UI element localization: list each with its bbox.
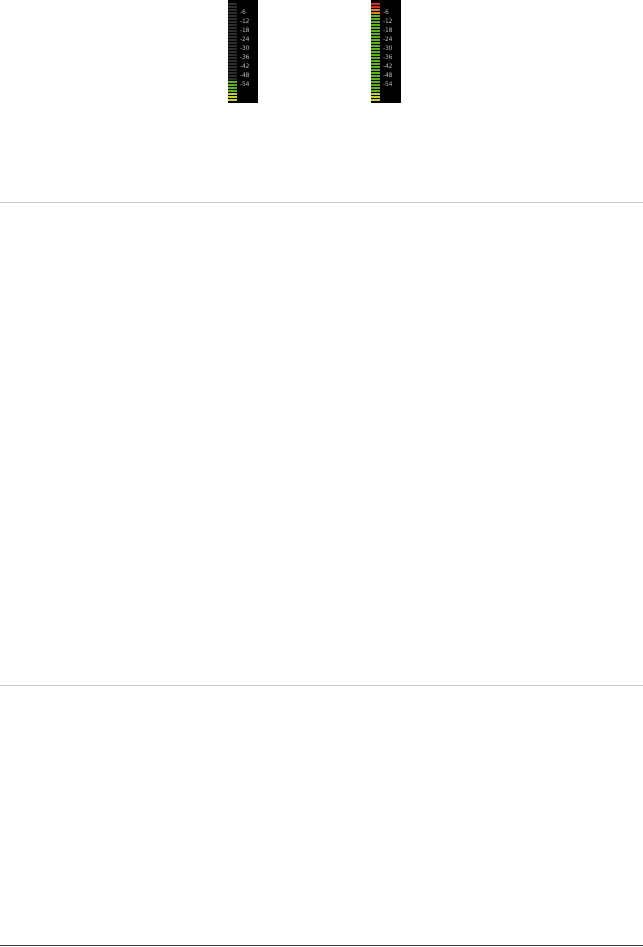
meter-segment: [371, 81, 380, 83]
meter-segment: [371, 87, 380, 89]
meter-segment: [371, 45, 380, 47]
meter-segment: [228, 30, 237, 32]
left-meter-bars: [228, 1, 237, 101]
scale-label: -42: [240, 63, 250, 70]
meter-segment: [371, 27, 380, 29]
meter-segment: [228, 99, 237, 101]
scale-label: -6: [240, 9, 246, 16]
meter-segment: [228, 24, 237, 26]
meter-segment: [228, 78, 237, 80]
meter-segment: [371, 63, 380, 65]
meter-segment: [228, 33, 237, 35]
meter-segment: [371, 57, 380, 59]
scale-label: -54: [240, 81, 250, 88]
meter-segment: [228, 87, 237, 89]
scale-label: -12: [383, 18, 393, 25]
bottom-border: [0, 945, 643, 946]
scale-label: -18: [383, 27, 393, 34]
meter-segment: [228, 36, 237, 38]
meter-segment: [371, 3, 380, 5]
section-divider: [0, 685, 643, 686]
meter-segment: [228, 96, 237, 98]
meter-segment: [228, 6, 237, 8]
right-level-meter: -6 -12 -18 -24 -30 -36 -42 -48 -54: [371, 0, 401, 103]
meter-segment: [371, 12, 380, 14]
meter-segment: [371, 48, 380, 50]
section-divider: [0, 202, 643, 203]
meter-segment: [228, 60, 237, 62]
meter-segment: [371, 96, 380, 98]
meter-segment: [371, 54, 380, 56]
scale-label: -54: [383, 81, 393, 88]
meter-segment: [371, 66, 380, 68]
scale-label: -24: [240, 36, 250, 43]
scale-label: -18: [240, 27, 250, 34]
meter-segment: [228, 45, 237, 47]
meter-segment: [228, 54, 237, 56]
meter-segment: [228, 39, 237, 41]
meter-segment: [228, 48, 237, 50]
meter-segment: [371, 93, 380, 95]
meter-segment: [371, 69, 380, 71]
meter-segment: [371, 42, 380, 44]
meter-segment: [228, 3, 237, 5]
meter-segment: [228, 27, 237, 29]
meter-segment: [371, 84, 380, 86]
meter-segment: [371, 75, 380, 77]
meter-segment: [228, 18, 237, 20]
meter-segment: [371, 9, 380, 11]
right-meter-bars: [371, 1, 380, 101]
scale-label: -6: [383, 9, 389, 16]
meter-segment: [371, 90, 380, 92]
meter-segment: [228, 15, 237, 17]
meter-segment: [228, 63, 237, 65]
meter-segment: [371, 33, 380, 35]
meter-segment: [228, 93, 237, 95]
right-meter-scale: -6 -12 -18 -24 -30 -36 -42 -48 -54: [383, 10, 401, 100]
meter-segment: [228, 75, 237, 77]
scale-label: -30: [383, 45, 393, 52]
meter-segment: [371, 60, 380, 62]
scale-label: -48: [240, 72, 250, 79]
meter-segment: [228, 57, 237, 59]
scale-label: -36: [240, 54, 250, 61]
meter-segment: [371, 78, 380, 80]
scale-label: -24: [383, 36, 393, 43]
meter-segment: [371, 36, 380, 38]
meter-segment: [371, 72, 380, 74]
meter-segment: [371, 6, 380, 8]
meter-segment: [228, 84, 237, 86]
meter-segment: [371, 18, 380, 20]
meter-segment: [371, 51, 380, 53]
meter-segment: [228, 72, 237, 74]
meter-segment: [371, 21, 380, 23]
scale-label: -48: [383, 72, 393, 79]
meter-segment: [228, 42, 237, 44]
meter-segment: [228, 66, 237, 68]
meter-segment: [371, 30, 380, 32]
meter-segment: [371, 24, 380, 26]
meter-segment: [371, 39, 380, 41]
meter-segment: [228, 9, 237, 11]
left-level-meter: -6 -12 -18 -24 -30 -36 -42 -48 -54: [228, 0, 258, 103]
meter-segment: [371, 99, 380, 101]
scale-label: -42: [383, 63, 393, 70]
scale-label: -30: [240, 45, 250, 52]
meter-segment: [228, 21, 237, 23]
meter-segment: [371, 15, 380, 17]
meter-segment: [228, 51, 237, 53]
meter-segment: [228, 90, 237, 92]
left-meter-scale: -6 -12 -18 -24 -30 -36 -42 -48 -54: [240, 10, 258, 100]
meter-segment: [228, 12, 237, 14]
scale-label: -36: [383, 54, 393, 61]
meter-segment: [228, 81, 237, 83]
meter-segment: [228, 69, 237, 71]
scale-label: -12: [240, 18, 250, 25]
